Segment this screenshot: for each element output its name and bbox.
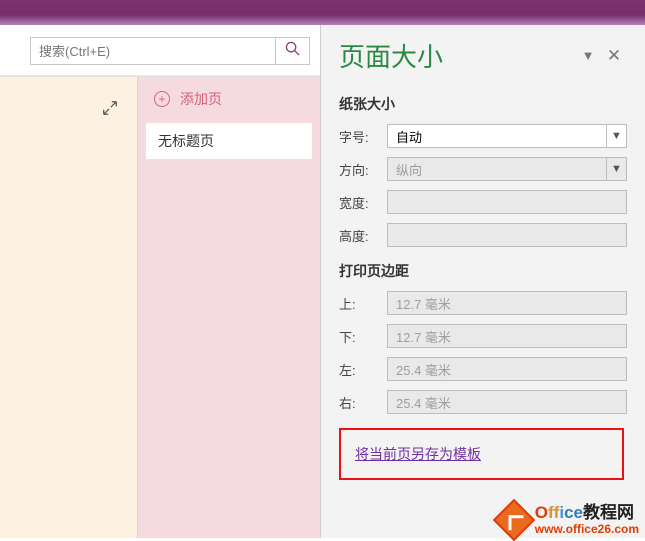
margin-bottom-input: 12.7 毫米 [387, 324, 627, 348]
margin-left-input: 25.4 毫米 [387, 357, 627, 381]
page-item-title: 无标题页 [158, 133, 214, 149]
add-page-button[interactable]: + 添加页 [138, 77, 320, 121]
margin-header: 打印页边距 [339, 261, 627, 281]
watermark-url: www.office26.com [535, 523, 639, 536]
margin-top-label: 上: [339, 294, 387, 313]
chevron-down-icon: ▼ [606, 158, 626, 180]
margin-top-input: 12.7 毫米 [387, 291, 627, 315]
orientation-select: 纵向 ▼ [387, 157, 627, 181]
save-as-template-link[interactable]: 将当前页另存为模板 [355, 446, 481, 462]
pane-close-button[interactable]: ✕ [601, 46, 627, 66]
search-input[interactable] [31, 44, 275, 59]
size-label: 字号: [339, 127, 387, 146]
chevron-down-icon: ▼ [582, 48, 595, 63]
note-canvas[interactable] [0, 77, 137, 538]
chevron-down-icon: ▼ [606, 125, 626, 147]
page-size-pane: 页面大小 ▼ ✕ 纸张大小 字号: 自动 ▼ 方向: 纵向 ▼ 宽度: [320, 25, 645, 538]
orientation-value: 纵向 [388, 160, 430, 179]
margin-right-input: 25.4 毫米 [387, 390, 627, 414]
width-label: 宽度: [339, 193, 387, 212]
pane-title: 页面大小 [339, 37, 575, 74]
watermark: Office教程网 www.office26.com [499, 504, 639, 536]
margin-right-value: 25.4 毫米 [388, 393, 459, 412]
office-logo-icon [493, 499, 535, 541]
orientation-label: 方向: [339, 160, 387, 179]
pane-menu-button[interactable]: ▼ [575, 48, 601, 63]
title-bar [0, 0, 645, 25]
height-input [387, 223, 627, 247]
margin-bottom-label: 下: [339, 327, 387, 346]
close-icon: ✕ [607, 46, 621, 65]
search-row [0, 25, 320, 76]
margin-left-value: 25.4 毫米 [388, 360, 459, 379]
margin-top-value: 12.7 毫米 [388, 294, 459, 313]
watermark-brand: Office教程网 [535, 504, 639, 523]
add-page-label: 添加页 [180, 89, 222, 109]
search-button[interactable] [275, 38, 309, 64]
expand-icon[interactable] [101, 99, 119, 122]
width-input [387, 190, 627, 214]
page-item[interactable]: 无标题页 [146, 123, 312, 159]
size-select[interactable]: 自动 ▼ [387, 124, 627, 148]
page-list: + 添加页 无标题页 [137, 77, 320, 538]
height-label: 高度: [339, 226, 387, 245]
margin-bottom-value: 12.7 毫米 [388, 327, 459, 346]
plus-circle-icon: + [154, 91, 170, 107]
margin-left-label: 左: [339, 360, 387, 379]
paper-size-header: 纸张大小 [339, 94, 627, 114]
search-icon [285, 41, 300, 61]
save-template-highlight: 将当前页另存为模板 [339, 428, 624, 480]
size-value: 自动 [388, 127, 430, 146]
margin-right-label: 右: [339, 393, 387, 412]
search-field[interactable] [30, 37, 310, 65]
